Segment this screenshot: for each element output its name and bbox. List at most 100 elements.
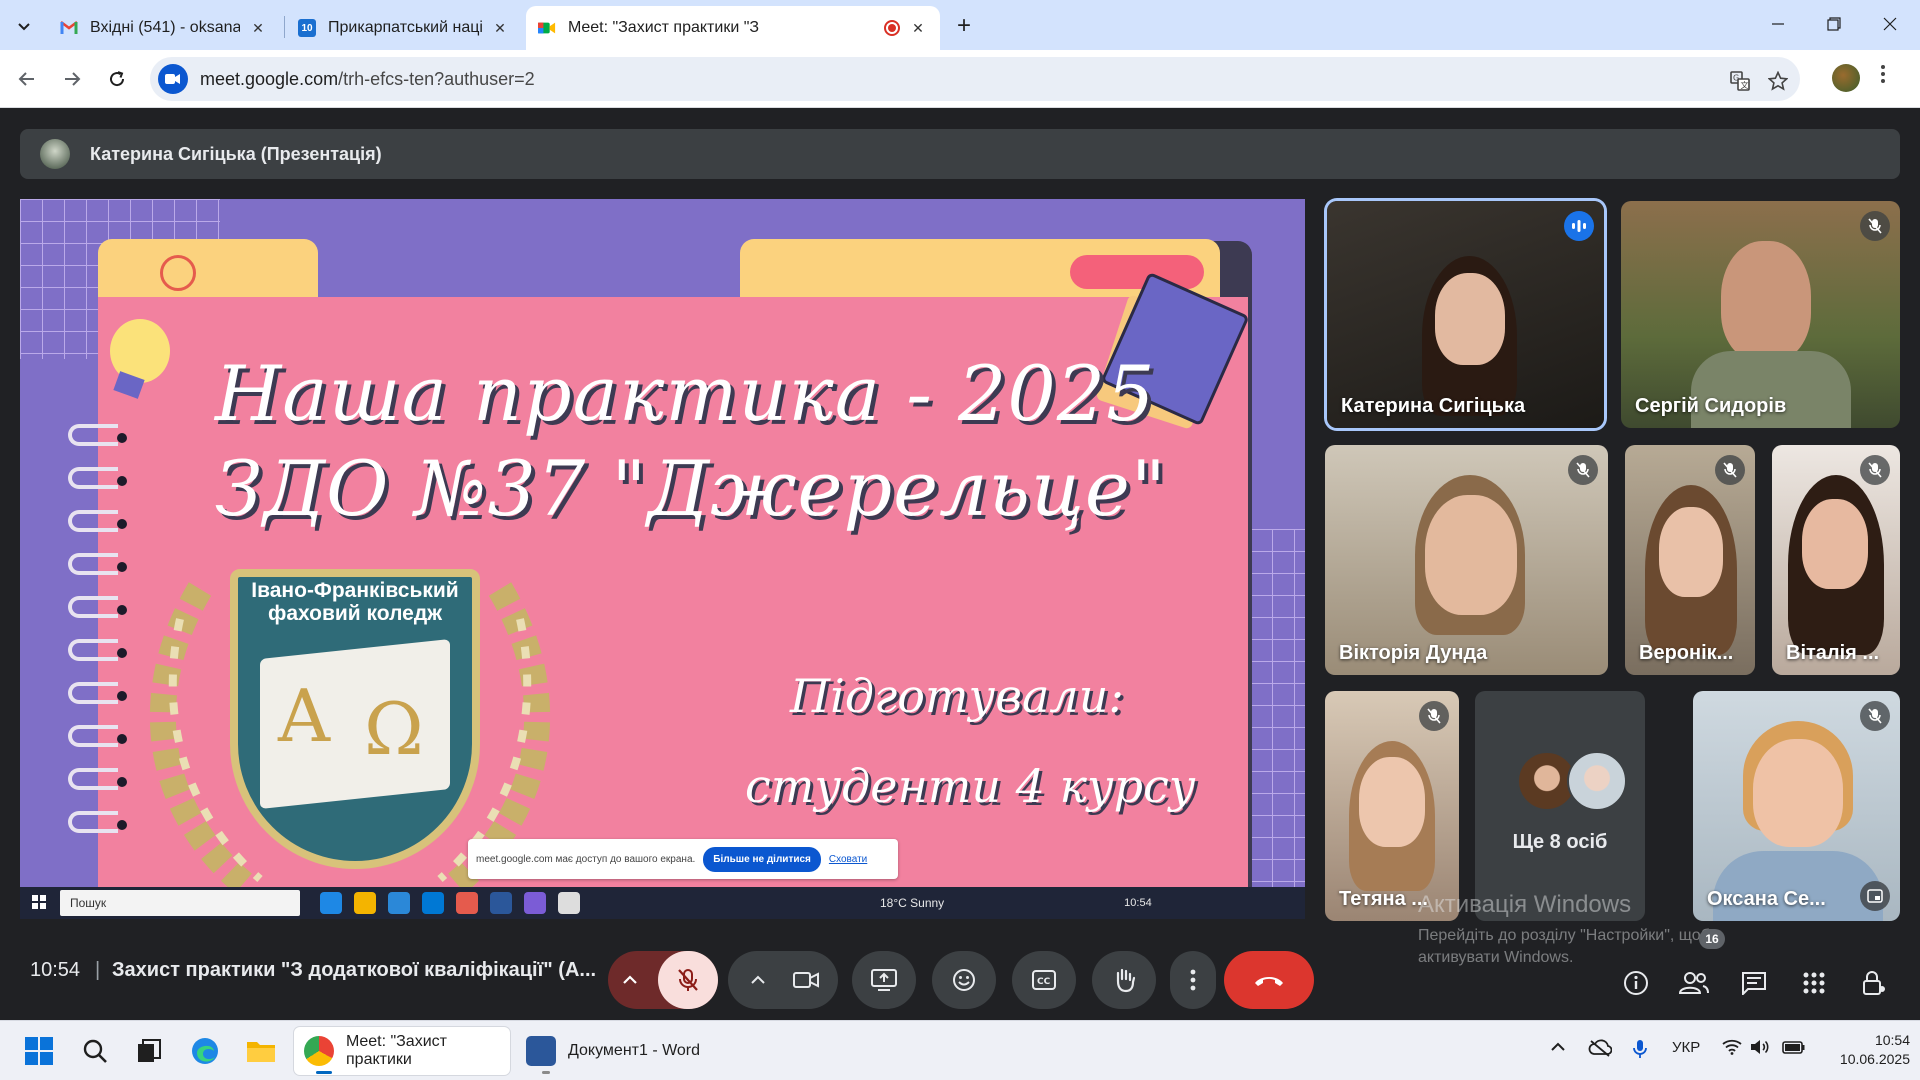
meeting-controls: 10:54 | Захист практики "З додаткової кв…	[0, 929, 1920, 1020]
slide-students: студенти 4 курсу	[745, 759, 1196, 813]
bookmark-star-icon[interactable]	[1767, 70, 1789, 96]
restore-button[interactable]	[1806, 6, 1862, 42]
svg-text:G: G	[1733, 74, 1739, 83]
camera-toggle-button[interactable]	[776, 951, 836, 1009]
store-icon	[388, 892, 410, 914]
task-view-button[interactable]	[134, 1036, 164, 1066]
meeting-details-button[interactable]	[1618, 965, 1654, 1001]
separator: |	[95, 959, 101, 981]
hide-banner-link[interactable]: Сховати	[829, 854, 867, 865]
folder-icon	[247, 1042, 275, 1062]
viber-icon	[524, 892, 546, 914]
participant-tile[interactable]: Катерина Сигіцька	[1327, 201, 1604, 428]
edge-taskbar-button[interactable]	[190, 1036, 220, 1066]
forward-button[interactable]	[55, 62, 89, 96]
close-icon[interactable]: ✕	[908, 18, 928, 38]
participant-tile[interactable]: Віталія ...	[1772, 445, 1900, 675]
restore-icon	[1827, 17, 1841, 31]
more-options-button[interactable]	[1170, 951, 1216, 1009]
participant-name: Катерина Сигіцька	[1341, 395, 1526, 417]
browser-toolbar: meet.google.com/trh-efcs-ten?authuser=2 …	[0, 50, 1920, 108]
participant-tile[interactable]: Вікторія Дунда	[1325, 445, 1608, 675]
present-screen-button[interactable]	[852, 951, 916, 1009]
tab-university[interactable]: 10 Прикарпатський національни ✕	[286, 6, 522, 50]
address-bar[interactable]: meet.google.com/trh-efcs-ten?authuser=2 …	[150, 57, 1800, 101]
file-explorer-button[interactable]	[246, 1036, 276, 1066]
close-icon[interactable]: ✕	[490, 18, 510, 38]
mic-off-icon	[1860, 211, 1890, 241]
edge-icon	[320, 892, 342, 914]
translate-icon[interactable]: 文G	[1730, 71, 1750, 96]
more-vert-icon	[1881, 65, 1885, 83]
chrome-icon	[558, 892, 580, 914]
mic-off-icon	[678, 969, 698, 991]
close-icon[interactable]: ✕	[248, 18, 268, 38]
reload-button[interactable]	[100, 62, 134, 96]
cloud-offline-icon[interactable]	[1588, 1039, 1613, 1061]
tab-search-button[interactable]	[10, 12, 38, 40]
captions-button[interactable]: CC	[1012, 951, 1076, 1009]
participant-name: Віталія ...	[1786, 642, 1880, 664]
activation-title: Активація Windows	[1418, 891, 1632, 918]
language-indicator[interactable]: УКР	[1672, 1039, 1700, 1056]
new-tab-button[interactable]: +	[948, 10, 980, 42]
tab-gmail[interactable]: Вхідні (541) - oksana.selepiy@p ✕	[48, 6, 280, 50]
chevron-up-icon	[751, 975, 765, 984]
participant-tile[interactable]: Тетяна ...	[1325, 691, 1459, 921]
page-icon: 10	[298, 19, 316, 37]
mic-off-icon	[1568, 455, 1598, 485]
college-name: Івано-Франківський фаховий коледж	[251, 579, 459, 626]
url-text: meet.google.com/trh-efcs-ten?authuser=2	[200, 68, 535, 89]
reactions-button[interactable]	[932, 951, 996, 1009]
raise-hand-button[interactable]	[1092, 951, 1156, 1009]
activities-button[interactable]	[1796, 965, 1832, 1001]
battery-icon[interactable]	[1782, 1039, 1806, 1059]
search-icon	[83, 1039, 107, 1063]
leave-call-button[interactable]	[1224, 951, 1314, 1009]
microphone-tray-icon[interactable]	[1632, 1039, 1648, 1063]
show-hidden-icons-button[interactable]	[1550, 1039, 1566, 1056]
tab-meet[interactable]: Meet: "Захист практики "З ✕	[526, 6, 940, 50]
taskbar-search-button[interactable]	[80, 1036, 110, 1066]
apps-grid-icon	[1803, 972, 1825, 994]
participant-tile[interactable]: Веронік...	[1625, 445, 1755, 675]
chat-button[interactable]	[1736, 965, 1772, 1001]
system-clock[interactable]: 10:54 10.06.2025	[1820, 1031, 1910, 1069]
presentation-header: Катерина Сигіцька (Презентація)	[20, 129, 1900, 179]
wifi-icon[interactable]	[1722, 1039, 1742, 1059]
svg-text:文: 文	[1741, 80, 1749, 90]
crest-letter-alpha: A	[278, 674, 330, 758]
chrome-icon	[304, 1036, 334, 1066]
microphone-toggle-button[interactable]	[658, 951, 718, 1009]
stop-sharing-button[interactable]: Більше не ділитися	[703, 846, 821, 872]
crest-letter-omega: Ω	[364, 687, 424, 771]
browser-menu-button[interactable]	[1880, 64, 1886, 90]
meet-icon	[538, 19, 556, 37]
mic-off-icon	[1715, 455, 1745, 485]
more-participants-tile[interactable]: Ще 8 осіб	[1475, 691, 1645, 921]
participant-tile[interactable]: Сергій Сидорів	[1621, 201, 1900, 428]
meeting-title: Захист практики "З додаткової кваліфікац…	[112, 959, 597, 981]
shared-screen: Наша практика - 2025 ЗДО №37 "Джерельце"…	[20, 199, 1305, 919]
profile-avatar[interactable]	[1832, 64, 1860, 92]
pill-decoration	[1070, 255, 1204, 289]
picture-in-picture-icon[interactable]	[1860, 881, 1890, 911]
slide-title-line1: Наша практика - 2025	[215, 349, 1156, 438]
taskbar-chrome-meet[interactable]: Meet: "Захист практики	[294, 1027, 510, 1075]
close-window-button[interactable]	[1862, 6, 1918, 42]
site-info-icon[interactable]	[158, 64, 188, 94]
people-button[interactable]	[1676, 965, 1712, 1001]
volume-icon[interactable]	[1750, 1039, 1770, 1059]
minimize-button[interactable]	[1750, 6, 1806, 42]
windows-logo-icon	[32, 894, 46, 912]
start-button[interactable]	[24, 1036, 54, 1066]
taskbar-word[interactable]: Документ1 - Word	[516, 1027, 716, 1075]
present-to-all-icon	[871, 969, 897, 991]
avatar	[1567, 751, 1627, 811]
info-icon	[1624, 971, 1648, 995]
back-button[interactable]	[10, 62, 44, 96]
browser-tab-strip: Вхідні (541) - oksana.selepiy@p ✕ 10 При…	[0, 0, 1920, 50]
mic-off-icon	[1860, 701, 1890, 731]
host-controls-button[interactable]	[1856, 965, 1892, 1001]
participant-tile[interactable]: Оксана Се...	[1693, 691, 1900, 921]
